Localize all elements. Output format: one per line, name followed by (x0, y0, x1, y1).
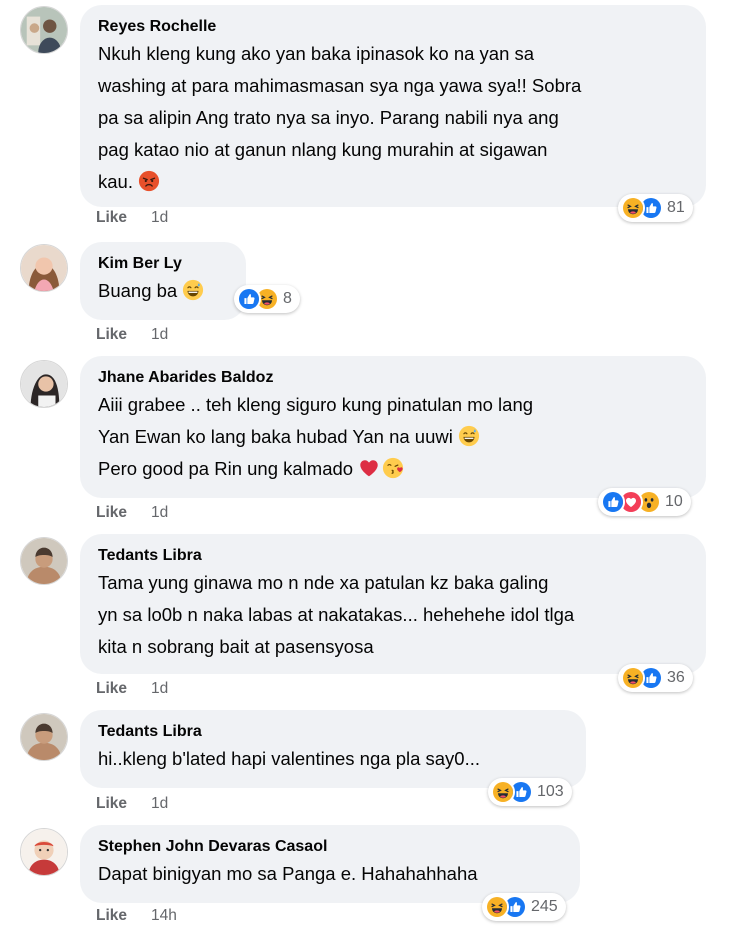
reaction-count: 81 (667, 199, 685, 216)
like-reaction-icon (237, 287, 261, 311)
reaction-summary[interactable]: 103 (488, 778, 572, 806)
comment-bubble: Stephen John Devaras Casaol Dapat binigy… (80, 825, 580, 903)
red-heart-emoji-icon (358, 457, 380, 479)
avatar[interactable] (20, 713, 68, 761)
comment-actions: Like 1d (96, 680, 168, 698)
comment-bubble: Tedants Libra hi..kleng b'lated hapi val… (80, 710, 586, 788)
comment-text-line: Dapat binigyan mo sa Panga e. Hahahahhah… (98, 863, 478, 884)
reaction-count: 8 (283, 290, 292, 307)
haha-reaction-icon (485, 895, 509, 919)
angry-face-emoji-icon (138, 170, 160, 192)
haha-reaction-icon (621, 666, 645, 690)
comment-bubble: Kim Ber Ly Buang ba (80, 242, 246, 320)
comment-author[interactable]: Jhane Abarides Baldoz (98, 367, 688, 389)
comment-author[interactable]: Reyes Rochelle (98, 16, 688, 38)
comment-author[interactable]: Tedants Libra (98, 545, 688, 567)
comment-text-line: Tama yung ginawa mo n nde xa patulan kz … (98, 572, 549, 593)
comment-text-line: Buang ba (98, 275, 228, 307)
avatar[interactable] (20, 828, 68, 876)
haha-reaction-icon (621, 196, 645, 220)
comment-text-line: Aiii grabee .. teh kleng siguro kung pin… (98, 394, 534, 415)
comment-actions: Like 1d (96, 795, 168, 813)
like-button[interactable]: Like (96, 326, 127, 344)
grinning-sweat-emoji-icon (182, 279, 204, 301)
comment-text-line: hi..kleng b'lated hapi valentines nga pl… (98, 748, 481, 769)
reaction-summary[interactable]: 8 (234, 285, 300, 313)
reaction-summary[interactable]: 10 (598, 488, 691, 516)
avatar[interactable] (20, 244, 68, 292)
comment-bubble: Tedants Libra Tama yung ginawa mo n nde … (80, 534, 706, 674)
comment-text-line: kita n sobrang bait at pasensyosa (98, 636, 374, 657)
comment-text-line: kau. (98, 166, 688, 198)
reaction-count: 245 (531, 898, 558, 915)
comment-text-line: Nkuh kleng kung ako yan baka ipinasok ko… (98, 43, 535, 64)
comment-bubble: Reyes Rochelle Nkuh kleng kung ako yan b… (80, 5, 706, 207)
grinning-sweat-emoji-icon (458, 425, 480, 447)
reaction-count: 36 (667, 669, 685, 686)
comment-text-line: Yan Ewan ko lang baka hubad Yan na uuwi (98, 421, 688, 453)
comment-actions: Like 1d (96, 326, 168, 344)
avatar[interactable] (20, 6, 68, 54)
comment-author[interactable]: Kim Ber Ly (98, 253, 228, 275)
haha-reaction-icon (491, 780, 515, 804)
comment-timestamp[interactable]: 1d (151, 326, 168, 344)
like-reaction-icon (601, 490, 625, 514)
comment-text-line: pag katao nio at ganun nlang kung murahi… (98, 139, 548, 160)
comment-timestamp[interactable]: 1d (151, 680, 168, 698)
like-button[interactable]: Like (96, 907, 127, 925)
comment-author[interactable]: Tedants Libra (98, 721, 568, 743)
comment-text-line: Pero good pa Rin ung kalmado (98, 453, 688, 485)
comment-actions: Like 1d (96, 504, 168, 522)
face-blowing-kiss-emoji-icon (382, 457, 404, 479)
comment-timestamp[interactable]: 1d (151, 504, 168, 522)
comment-text-line: pa sa alipin Ang trato nya sa inyo. Para… (98, 107, 559, 128)
comment-timestamp[interactable]: 1d (151, 209, 168, 227)
reaction-count: 10 (665, 493, 683, 510)
comment-actions: Like 1d (96, 209, 168, 227)
comment-author[interactable]: Stephen John Devaras Casaol (98, 836, 562, 858)
avatar[interactable] (20, 537, 68, 585)
reaction-summary[interactable]: 81 (618, 194, 693, 222)
like-button[interactable]: Like (96, 680, 127, 698)
reaction-summary[interactable]: 36 (618, 664, 693, 692)
comment-bubble: Jhane Abarides Baldoz Aiii grabee .. teh… (80, 356, 706, 498)
like-button[interactable]: Like (96, 795, 127, 813)
comment-text-line: washing at para mahimasmasan sya nga yaw… (98, 75, 582, 96)
reaction-count: 103 (537, 783, 564, 800)
comment-text-line: yn sa lo0b n naka labas at nakatakas... … (98, 604, 575, 625)
like-button[interactable]: Like (96, 209, 127, 227)
comment-timestamp[interactable]: 1d (151, 795, 168, 813)
avatar[interactable] (20, 360, 68, 408)
comment-timestamp[interactable]: 14h (151, 907, 177, 925)
comment-actions: Like 14h (96, 907, 177, 925)
like-button[interactable]: Like (96, 504, 127, 522)
reaction-summary[interactable]: 245 (482, 893, 566, 921)
